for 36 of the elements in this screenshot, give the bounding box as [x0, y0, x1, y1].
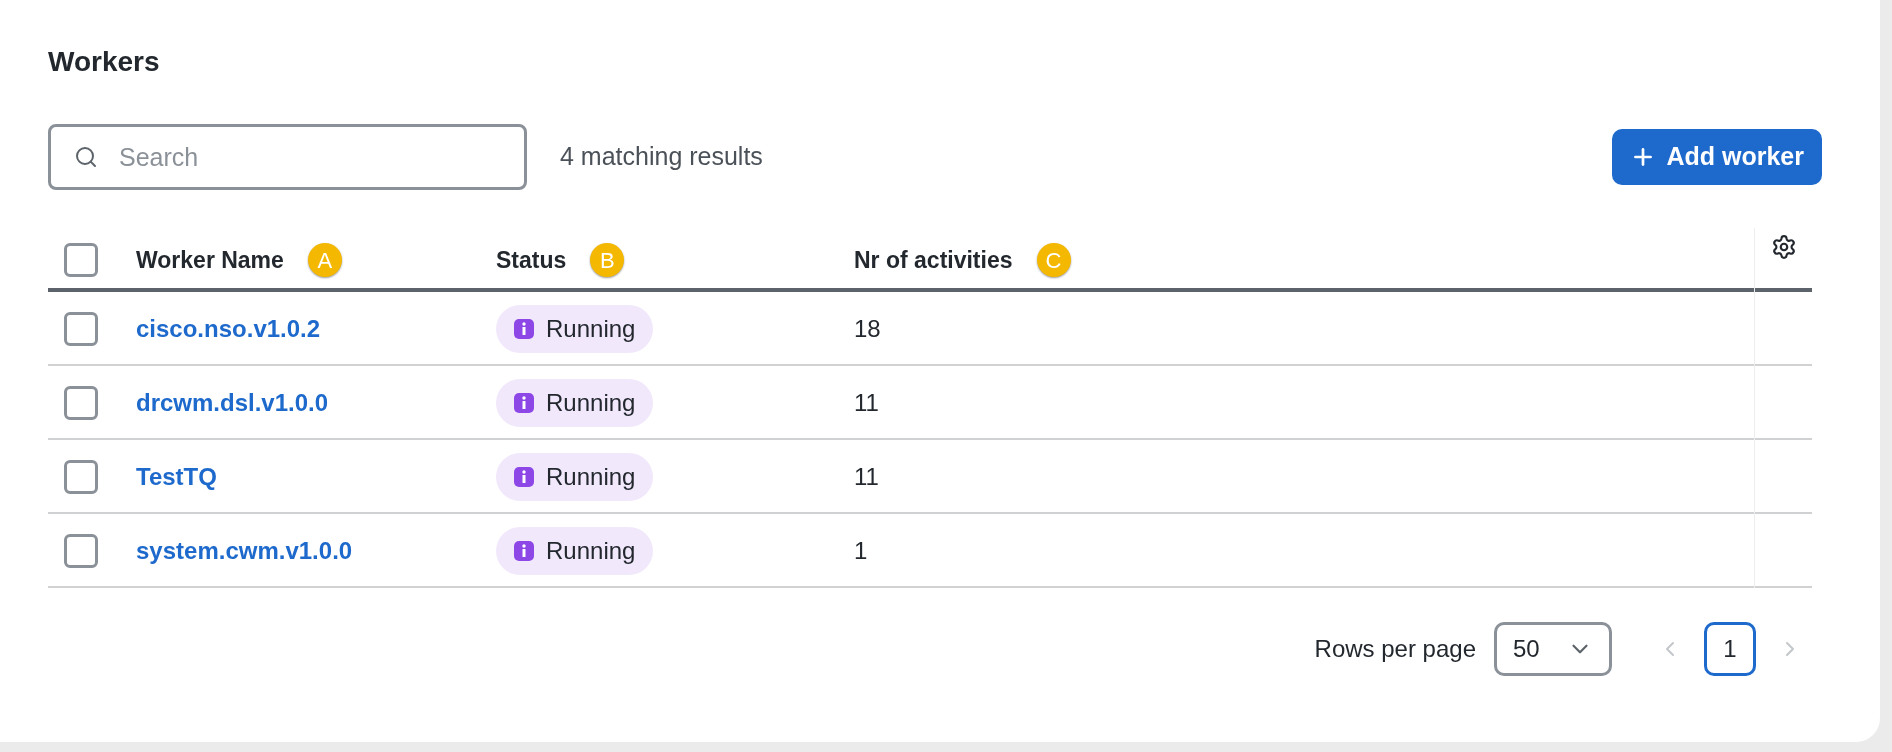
- checkbox[interactable]: [64, 243, 98, 277]
- activity-count: 11: [854, 463, 879, 490]
- result-count: 4 matching results: [560, 141, 763, 173]
- column-marker: A: [307, 243, 342, 277]
- status-badge: Running: [496, 379, 654, 427]
- info-icon: [514, 541, 534, 561]
- checkbox[interactable]: [64, 312, 98, 346]
- activity-count: 1: [854, 537, 868, 564]
- column-header[interactable]: Worker Name: [136, 242, 284, 278]
- checkbox[interactable]: [64, 534, 98, 568]
- status-badge: Running: [496, 305, 654, 353]
- worker-name-link[interactable]: cisco.nso.v1.0.2: [136, 315, 321, 342]
- activity-count: 18: [854, 315, 881, 342]
- page-button[interactable]: 1: [1704, 622, 1756, 676]
- info-icon: [514, 467, 534, 487]
- worker-name-link[interactable]: system.cwm.v1.0.0: [136, 537, 353, 564]
- checkbox[interactable]: [64, 386, 98, 420]
- rows-per-page-label: Rows per page: [1314, 634, 1476, 664]
- settings-icon[interactable]: [1770, 234, 1797, 260]
- info-icon: [514, 319, 534, 339]
- column-header[interactable]: Status: [496, 242, 567, 278]
- search-icon: [74, 145, 98, 169]
- info-icon: [514, 393, 534, 413]
- column-header[interactable]: Nr of activities: [854, 242, 1013, 278]
- page-title: Workers: [48, 45, 160, 79]
- search-field[interactable]: Search: [48, 124, 527, 190]
- column-marker: B: [590, 243, 625, 277]
- status-badge: Running: [496, 453, 654, 501]
- worker-name-link[interactable]: drcwm.dsl.v1.0.0: [136, 389, 329, 416]
- checkbox[interactable]: [64, 460, 98, 494]
- worker-name-link[interactable]: TestTQ: [136, 463, 217, 490]
- status-badge: Running: [496, 527, 654, 575]
- column-marker: C: [1036, 243, 1071, 277]
- rows-per-page-select[interactable]: 50: [1494, 622, 1612, 676]
- add-worker-button[interactable]: Add worker: [1612, 129, 1822, 185]
- activity-count: 11: [854, 389, 879, 416]
